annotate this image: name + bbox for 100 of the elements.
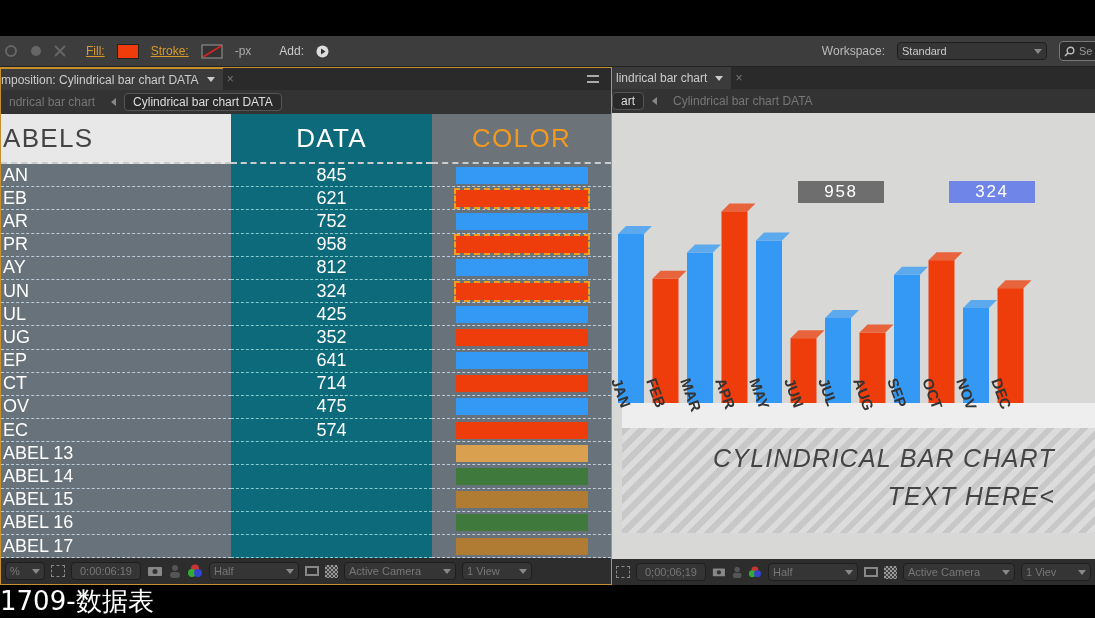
month-label: FEB — [641, 375, 670, 411]
search-icon — [1064, 45, 1075, 57]
color-swatch[interactable] — [455, 259, 588, 277]
month-label: NOV — [952, 375, 982, 414]
color-swatch[interactable] — [455, 282, 588, 300]
caret-icon — [519, 568, 527, 574]
dropdown[interactable]: % — [5, 562, 45, 580]
color-channels-icon[interactable] — [748, 565, 762, 579]
timecode-field[interactable]: 0:00:06:19 — [71, 562, 141, 580]
region-icon[interactable] — [616, 566, 630, 578]
data-value: 475 — [231, 395, 432, 420]
column-header: DATA — [231, 114, 432, 164]
data-value: 845 — [231, 164, 432, 188]
sphere-icon[interactable] — [30, 45, 42, 57]
caret-icon — [1034, 48, 1042, 54]
data-value: 425 — [231, 303, 432, 327]
region-icon[interactable] — [51, 565, 65, 577]
color-swatch[interactable] — [455, 236, 588, 254]
close-icon[interactable]: × — [222, 70, 238, 88]
data-value: 324 — [231, 279, 432, 304]
breadcrumb[interactable]: art — [612, 92, 644, 110]
stroke-swatch[interactable] — [200, 43, 223, 59]
column-header: ABELS — [1, 114, 231, 164]
data-value: 714 — [231, 372, 432, 396]
timecode-field[interactable]: 0;00;06;19 — [636, 563, 706, 581]
dropdown[interactable]: Active Camera — [344, 562, 456, 580]
color-swatch[interactable] — [455, 375, 588, 393]
data-value: 641 — [231, 349, 432, 373]
dropdown[interactable]: Half — [209, 562, 299, 580]
caret-icon — [443, 568, 451, 574]
caret-icon — [1002, 569, 1010, 575]
color-swatch[interactable] — [455, 398, 588, 416]
breadcrumb[interactable]: Cylindrical bar chart DATA — [124, 93, 282, 111]
dropdown[interactable]: 1 View — [462, 562, 532, 580]
color-swatch[interactable] — [455, 537, 588, 555]
color-swatch[interactable] — [455, 305, 588, 323]
dropdown[interactable]: Half — [768, 563, 858, 581]
caret-icon — [845, 569, 853, 575]
chart-subtitle: TEXT HERE< — [887, 480, 1055, 512]
stroke-width[interactable]: -px — [234, 42, 252, 60]
camera-icon[interactable] — [147, 565, 163, 577]
dropdown[interactable]: 1 Viev — [1021, 563, 1091, 581]
month-label: JUL — [814, 375, 842, 410]
value-callout: 324 — [949, 181, 1035, 203]
color-swatch[interactable] — [455, 444, 588, 462]
caret-icon — [286, 568, 294, 574]
breadcrumb[interactable]: ndrical bar chart — [1, 93, 104, 111]
camera-icon[interactable] — [712, 566, 726, 578]
fill-swatch[interactable] — [116, 43, 139, 59]
month-label: AUG — [848, 375, 878, 415]
month-label: JUN — [779, 375, 808, 411]
month-label: DEC — [986, 375, 1016, 413]
color-swatch[interactable] — [455, 212, 588, 230]
color-swatch[interactable] — [455, 166, 588, 184]
data-value: 574 — [231, 419, 432, 443]
fill-label[interactable]: Fill: — [86, 42, 105, 60]
breadcrumb[interactable]: Cylindrical bar chart DATA — [665, 92, 821, 110]
month-label: OCT — [917, 375, 947, 413]
panel-tab[interactable]: mposition: Cylindrical bar chart DATA — [1, 68, 223, 90]
panel-tab[interactable]: lindrical bar chart — [612, 67, 732, 89]
dropdown[interactable]: Active Camera — [903, 563, 1015, 581]
caret-icon[interactable] — [206, 77, 215, 82]
color-swatch[interactable] — [455, 352, 588, 370]
column-header: COLOR — [432, 114, 611, 164]
data-value: 621 — [231, 187, 432, 211]
month-label: MAY — [745, 375, 775, 413]
month-label: SEP — [883, 375, 912, 411]
caret-icon — [1078, 569, 1086, 575]
workspace-label: Workspace: — [821, 43, 885, 60]
person-icon[interactable] — [169, 564, 181, 578]
color-swatch[interactable] — [455, 491, 588, 509]
stroke-label[interactable]: Stroke: — [150, 42, 189, 60]
month-label: MAR — [676, 375, 706, 415]
color-swatch[interactable] — [455, 468, 588, 486]
video-caption: 1709-数据表 — [0, 585, 154, 617]
search-field[interactable]: Se — [1059, 41, 1095, 61]
transparency-grid-icon[interactable] — [325, 564, 338, 578]
person-icon[interactable] — [731, 565, 743, 579]
data-value: 352 — [231, 326, 432, 350]
value-callout: 958 — [798, 181, 884, 203]
arrow-icon — [111, 98, 117, 106]
data-value: 752 — [231, 210, 432, 234]
dropdown[interactable]: Standard — [897, 42, 1047, 60]
color-swatch[interactable] — [455, 189, 588, 207]
panel-menu-icon[interactable] — [587, 75, 599, 83]
color-channels-icon[interactable] — [187, 564, 203, 578]
data-value: 958 — [231, 233, 432, 257]
frame-icon[interactable] — [864, 567, 878, 577]
transparency-grid-icon[interactable] — [884, 565, 897, 579]
color-swatch[interactable] — [455, 328, 588, 346]
color-swatch[interactable] — [455, 421, 588, 439]
color-swatch[interactable] — [455, 514, 588, 532]
arrow-icon — [652, 97, 657, 105]
play-icon[interactable] — [316, 44, 330, 58]
chart-title: CYLINDRICAL BAR CHART — [712, 443, 1055, 474]
frame-icon[interactable] — [305, 566, 319, 576]
month-label: APR — [710, 375, 740, 413]
close-icon[interactable]: × — [731, 69, 747, 87]
data-value: 812 — [231, 256, 432, 280]
caret-icon[interactable] — [715, 75, 724, 81]
